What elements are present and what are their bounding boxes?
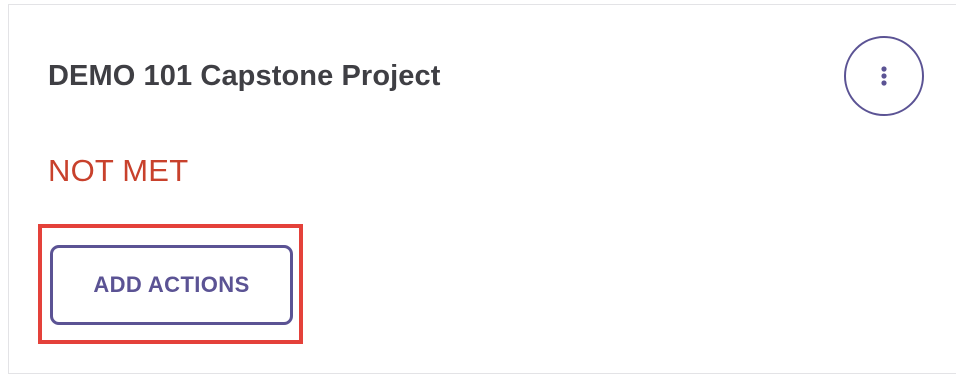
card-title: DEMO 101 Capstone Project — [48, 60, 441, 92]
progress-card: DEMO 101 Capstone Project NOT MET ADD AC… — [8, 4, 956, 374]
add-actions-button[interactable]: ADD ACTIONS — [50, 245, 293, 325]
kebab-vertical-icon — [881, 66, 887, 86]
more-options-button[interactable] — [844, 36, 924, 116]
status-label: NOT MET — [48, 153, 189, 188]
